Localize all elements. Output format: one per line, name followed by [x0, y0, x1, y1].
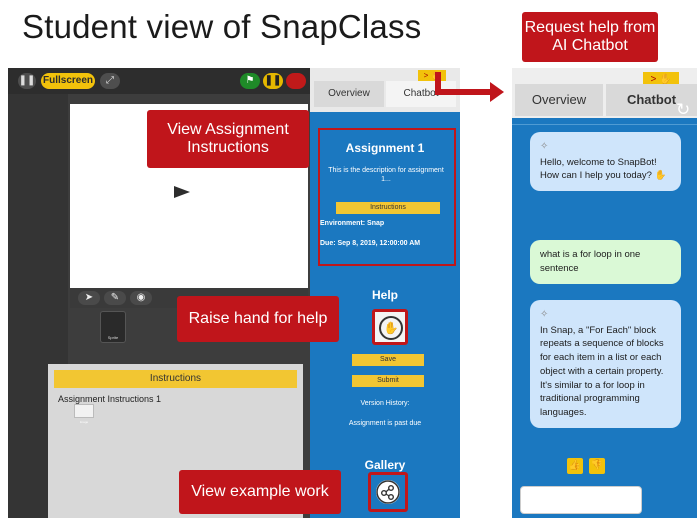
share-icon — [376, 480, 400, 504]
snap-logo-icon[interactable]: ❚❚ — [18, 73, 36, 89]
chat-message-user-1: what is a for loop in one sentence — [530, 240, 681, 284]
stop-button[interactable] — [286, 73, 306, 89]
instructions-text: Assignment Instructions 1 — [58, 394, 162, 404]
refresh-icon[interactable]: ↻ — [676, 100, 690, 120]
assignment-description: This is the description for assignment 1… — [328, 167, 444, 184]
environment-text: Environment: Snap — [320, 220, 385, 227]
chat-message-text: Hello, welcome to SnapBot! How can I hel… — [540, 156, 667, 182]
save-button[interactable]: Save — [352, 354, 424, 366]
callout-raise-hand: Raise hand for help — [177, 296, 339, 342]
raise-hand-icon: ✋ — [379, 316, 403, 340]
green-flag-button[interactable]: ⚑ — [240, 73, 260, 89]
slide-title: Student view of SnapClass — [22, 8, 422, 45]
instructions-header: Instructions — [54, 370, 297, 388]
chat-message-bot-2: ✧ In Snap, a "For Each" block repeats a … — [530, 300, 681, 428]
chatbot-screenshot: > ✋ Overview Chatbot ↻ ✧ Hello, welcome … — [512, 68, 697, 518]
sprite-label: Sprite — [107, 335, 119, 340]
pause-button[interactable]: ❚❚ — [263, 73, 283, 89]
callout-view-instructions: View Assignment Instructions — [147, 110, 309, 168]
divider — [512, 124, 697, 125]
expand-icon[interactable]: ⤢ — [100, 73, 120, 89]
chat-input[interactable] — [520, 486, 642, 514]
instructions-button[interactable]: Instructions — [336, 202, 440, 214]
past-due-text: Assignment is past due — [348, 420, 422, 427]
sprite-arrow-icon — [174, 186, 190, 198]
chatbot-tabs: > ✋ Overview Chatbot — [512, 68, 697, 118]
version-history-label: Version History: — [360, 400, 410, 407]
snap-toolbar: ❚❚ Fullscreen ⤢ ⚑ ❚❚ — [8, 68, 310, 94]
submit-button[interactable]: Submit — [352, 375, 424, 387]
due-date-text: Due: Sep 8, 2019, 12:00:00 AM — [320, 240, 421, 247]
tab-overview-large[interactable]: Overview — [515, 84, 603, 116]
sparkle-icon: ✧ — [540, 141, 549, 152]
arrow-head-icon — [490, 82, 504, 102]
instructions-image-thumbnail: Image — [74, 404, 94, 424]
raise-hand-button[interactable]: ✋ — [372, 309, 408, 345]
chat-message-text: what is a for loop in one sentence — [540, 249, 641, 274]
snapclass-sidebar: > ✋ Overview Chatbot Assignment 1 This i… — [310, 68, 460, 518]
turtle-icon[interactable]: ➤ — [78, 291, 100, 305]
thumbs-up-icon[interactable]: 👍 — [567, 458, 583, 474]
sprite-thumbnail[interactable]: Sprite — [100, 311, 126, 343]
assignment-title: Assignment 1 — [345, 141, 425, 155]
sparkle-icon: ✧ — [540, 309, 549, 320]
callout-request-chatbot: Request help from AI Chatbot — [522, 12, 658, 62]
gallery-share-button[interactable] — [368, 472, 408, 512]
arrow-shaft — [441, 89, 493, 95]
tab-overview[interactable]: Overview — [314, 81, 384, 107]
thumbs-down-icon[interactable]: 👎 — [589, 458, 605, 474]
instructions-image-label: Image — [79, 420, 89, 424]
chat-message-text: In Snap, a "For Each" block repeats a se… — [540, 324, 664, 419]
paintbrush-icon[interactable]: ✎ — [104, 291, 126, 305]
camera-icon[interactable]: ◉ — [130, 291, 152, 305]
chat-message-bot-1: ✧ Hello, welcome to SnapBot! How can I h… — [530, 132, 681, 192]
callout-view-example: View example work — [179, 470, 341, 514]
fullscreen-button[interactable]: Fullscreen — [41, 73, 95, 89]
